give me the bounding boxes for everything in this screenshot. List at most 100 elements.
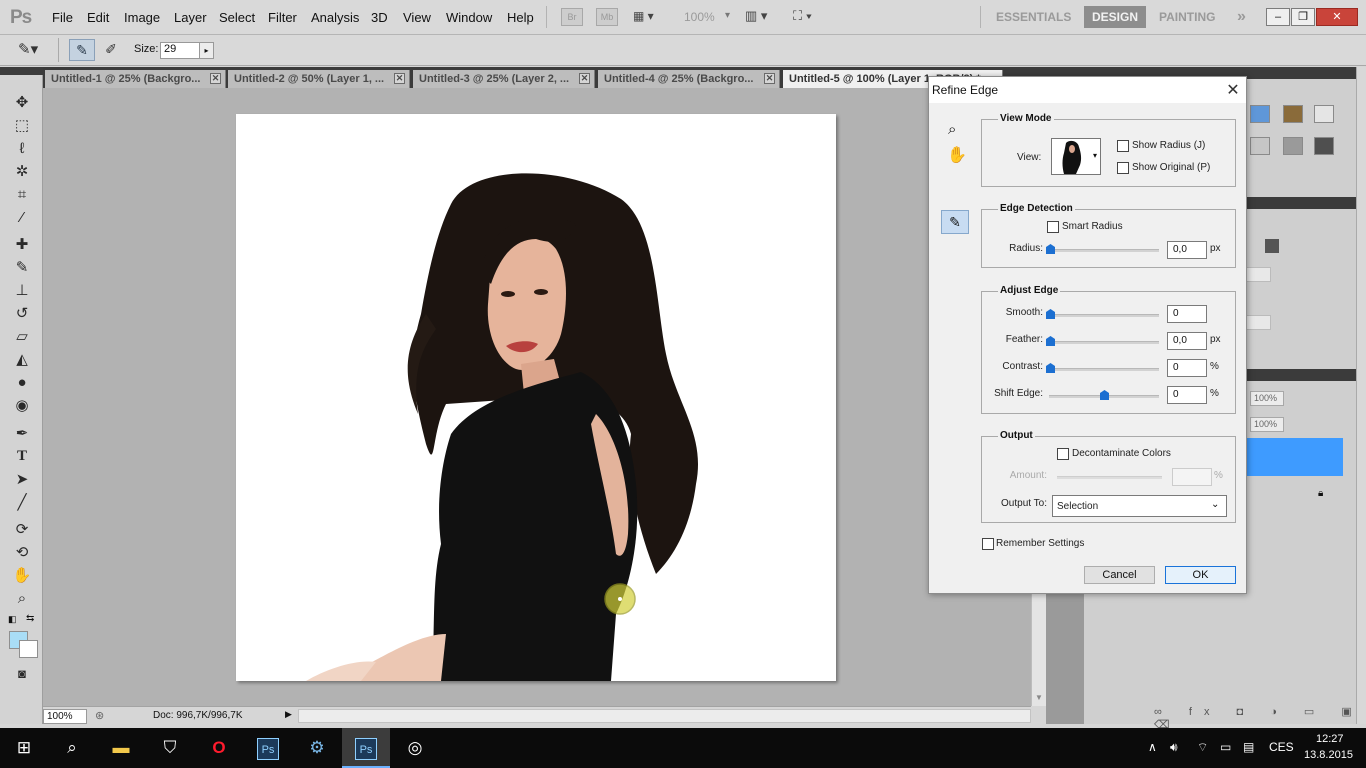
tab-untitled-3[interactable]: Untitled-3 @ 25% (Layer 2, ... ✕ [413,70,595,88]
bridge-launch-icon[interactable]: Br [561,8,583,26]
blur-tool-icon[interactable]: ● [10,372,34,393]
panel-scroll-strip[interactable] [1356,67,1366,724]
close-window-button[interactable]: ✕ [1316,8,1358,26]
tab-untitled-2[interactable]: Untitled-2 @ 50% (Layer 1, ... ✕ [228,70,410,88]
volume-icon[interactable]: 🔊︎ [1170,740,1178,755]
erase-refinements-tool-icon[interactable]: ✐ [98,39,124,61]
style-swatch[interactable] [1250,105,1270,123]
tool-preset-icon[interactable]: ✎▾ [18,40,38,58]
marquee-tool-icon[interactable]: ⬚ [10,115,34,136]
show-original-checkbox[interactable] [1117,162,1129,174]
menu-analysis[interactable]: Analysis [311,10,359,25]
status-menu-arrow-icon[interactable]: ▶ [285,709,292,720]
eyedropper-tool-icon[interactable]: ⁄ [10,207,34,228]
opacity-field[interactable]: 100% [1250,391,1284,406]
dodge-tool-icon[interactable]: ◉ [10,395,34,416]
view-mode-dropdown[interactable]: ▾ [1051,138,1101,175]
media-player-icon[interactable]: ◎ [391,728,439,768]
minibridge-launch-icon[interactable]: Mb [596,8,618,26]
shift-edge-input[interactable]: 0 [1167,386,1207,404]
lasso-tool-icon[interactable]: ℓ [10,138,34,159]
menu-file[interactable]: File [52,10,73,25]
dock-header[interactable] [1046,67,1084,76]
fill-field[interactable]: 100% [1250,417,1284,432]
line-tool-icon[interactable]: ╱ [10,492,34,513]
brush-size-arrow-icon[interactable]: ▸ [199,42,214,59]
contrast-input[interactable]: 0 [1167,359,1207,377]
status-info-icon[interactable]: ⊛ [95,709,104,722]
healing-brush-tool-icon[interactable]: ✚ [10,234,34,255]
close-dialog-icon[interactable]: ✕ [1224,80,1242,100]
input-language[interactable]: CES [1269,740,1294,754]
close-tab-icon[interactable]: ✕ [394,73,405,84]
menu-help[interactable]: Help [507,10,534,25]
workspace-design[interactable]: DESIGN [1084,6,1147,28]
radius-slider-track[interactable] [1049,249,1159,252]
feather-slider-track[interactable] [1049,341,1159,344]
path-selection-tool-icon[interactable]: ➤ [10,469,34,490]
hand-tool-icon[interactable]: ✋ [10,565,34,586]
photoshop-active-taskbar-icon[interactable]: Ps [342,728,390,768]
clock-date[interactable]: 13.8.2015 [1304,749,1353,761]
3d-rotate-tool-icon[interactable]: ⟳ [10,519,34,540]
wifi-icon[interactable]: ⌔ [1197,740,1208,755]
close-tab-icon[interactable]: ✕ [764,73,775,84]
brush-size-input[interactable]: 29 [160,42,200,59]
swap-colors-icon[interactable]: ⇆ [26,613,34,624]
menu-view[interactable]: View [403,10,431,25]
dialog-titlebar[interactable]: Refine Edge ✕ [929,77,1246,103]
remember-settings-checkbox[interactable] [982,538,994,550]
photoshop-taskbar-icon[interactable]: Ps [244,728,292,768]
style-swatch[interactable] [1283,105,1303,123]
close-tab-icon[interactable]: ✕ [579,73,590,84]
type-tool-icon[interactable]: T [10,446,34,467]
radius-input[interactable]: 0,0 [1167,241,1207,259]
style-swatch[interactable] [1283,137,1303,155]
restore-button[interactable]: ❐ [1291,8,1315,26]
menu-image[interactable]: Image [124,10,160,25]
search-icon[interactable]: ⌕ [48,728,96,768]
windows-start-icon[interactable]: ⊞ [0,728,48,768]
workspace-painting[interactable]: PAINTING [1151,6,1223,28]
clock-time[interactable]: 12:27 [1316,733,1344,745]
menu-filter[interactable]: Filter [268,10,297,25]
zoom-level-menu[interactable]: 100% [684,10,715,24]
history-brush-tool-icon[interactable]: ↺ [10,303,34,324]
refine-radius-tool-icon[interactable]: ✎ [69,39,95,61]
menu-3d[interactable]: 3D [371,10,388,25]
move-tool-icon[interactable]: ✥ [10,92,34,113]
contrast-slider-track[interactable] [1049,368,1159,371]
quick-mask-icon[interactable]: ◙ [10,663,34,684]
screen-mode-icon[interactable]: ⛶ ▾ [793,8,812,24]
tools-panel-header[interactable] [0,67,43,75]
zoom-tool-icon[interactable]: ⌕ [948,121,956,138]
menu-select[interactable]: Select [219,10,255,25]
menu-layer[interactable]: Layer [174,10,207,25]
clone-stamp-tool-icon[interactable]: ⊥ [10,280,34,301]
cancel-button[interactable]: Cancel [1084,566,1155,584]
style-swatch[interactable] [1250,137,1270,155]
minimize-button[interactable]: – [1266,8,1290,26]
magic-wand-tool-icon[interactable]: ✲ [10,161,34,182]
battery-icon[interactable]: ▭ [1220,740,1231,754]
view-extras-icon[interactable]: ▦ ▾ [633,9,669,26]
app-taskbar-icon[interactable]: ⚙ [293,728,341,768]
eraser-tool-icon[interactable]: ▱ [10,326,34,347]
paint-bucket-tool-icon[interactable]: ◭ [10,349,34,370]
scroll-down-icon[interactable]: ▼ [1035,693,1043,702]
default-colors-icon[interactable]: ◧ [8,614,17,625]
style-swatch[interactable] [1314,137,1334,155]
decontaminate-colors-checkbox[interactable] [1057,448,1069,460]
feather-input[interactable]: 0,0 [1167,332,1207,350]
close-tab-icon[interactable]: ✕ [210,73,221,84]
ok-button[interactable]: OK [1165,566,1236,584]
notifications-icon[interactable]: ▤ [1243,740,1254,754]
style-swatch[interactable] [1314,105,1334,123]
zoom-dropdown-icon[interactable]: ▾ [725,10,730,21]
file-explorer-icon[interactable]: ▬ [97,728,145,768]
zoom-tool-icon[interactable]: ⌕ [10,588,34,609]
workspace-essentials[interactable]: ESSENTIALS [988,6,1079,28]
smooth-slider-track[interactable] [1049,314,1159,317]
tab-untitled-4[interactable]: Untitled-4 @ 25% (Backgro... ✕ [598,70,780,88]
store-icon[interactable]: ⛉ [146,728,194,768]
